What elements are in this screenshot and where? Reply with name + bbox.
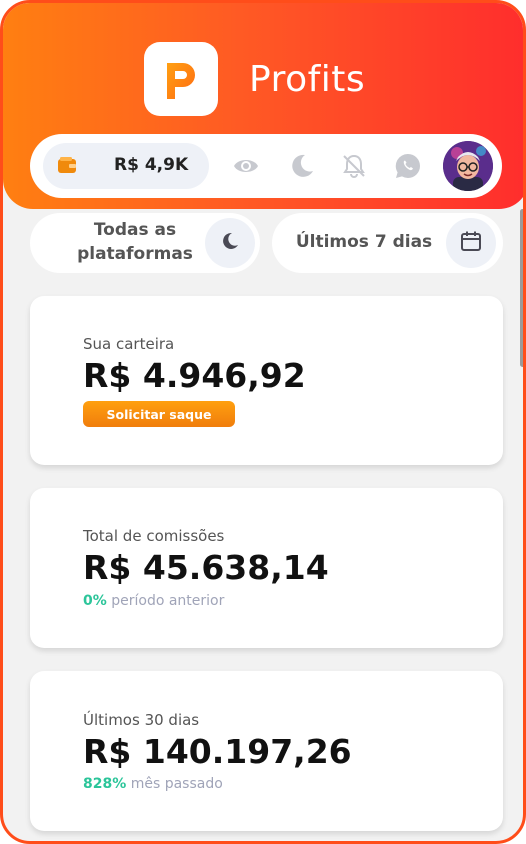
period-filter-label: Últimos 7 dias xyxy=(295,232,433,252)
whatsapp-icon[interactable] xyxy=(394,152,422,180)
wallet-label: Sua carteira xyxy=(83,335,175,353)
app-frame: Profits R$ 4,9K Todas as plataformas Últ… xyxy=(0,0,526,844)
last30-compare-text: mês passado xyxy=(130,776,223,792)
commissions-compare-text: período anterior xyxy=(111,593,225,609)
avatar[interactable] xyxy=(443,141,493,191)
wallet-balance-button[interactable]: R$ 4,9K xyxy=(43,143,209,189)
moon-icon xyxy=(220,231,240,255)
commissions-percent: 0% xyxy=(83,593,107,609)
wallet-amount: R$ 4,9K xyxy=(114,155,189,175)
wallet-card: Sua carteira R$ 4.946,92 Solicitar saque xyxy=(30,296,503,465)
bell-off-icon[interactable] xyxy=(340,152,368,180)
commissions-label: Total de comissões xyxy=(83,527,225,545)
scrollbar[interactable] xyxy=(520,209,523,367)
platform-filter-line2: plataformas xyxy=(77,244,193,264)
commissions-value: R$ 45.638,14 xyxy=(83,548,329,587)
moon-icon[interactable] xyxy=(288,152,316,180)
last30-percent: 828% xyxy=(83,776,127,792)
commissions-card: Total de comissões R$ 45.638,14 0% perío… xyxy=(30,488,503,648)
last30-label: Últimos 30 dias xyxy=(83,711,200,729)
theme-toggle-button[interactable] xyxy=(205,218,255,268)
commissions-comparison: 0% período anterior xyxy=(83,593,224,609)
period-filter[interactable]: Últimos 7 dias xyxy=(272,213,503,273)
request-withdrawal-button[interactable]: Solicitar saque xyxy=(83,401,235,427)
calendar-icon xyxy=(460,230,482,256)
wallet-value: R$ 4.946,92 xyxy=(83,356,306,395)
last30-comparison: 828% mês passado xyxy=(83,776,223,792)
platform-filter-line1: Todas as xyxy=(93,220,177,240)
last30-value: R$ 140.197,26 xyxy=(83,732,352,771)
calendar-button[interactable] xyxy=(446,218,496,268)
eye-icon[interactable] xyxy=(232,152,260,180)
wallet-icon xyxy=(58,157,76,173)
app-title: Profits xyxy=(249,59,366,100)
platform-filter-label: Todas as plataformas xyxy=(70,218,200,266)
platform-filter[interactable]: Todas as plataformas xyxy=(30,213,260,273)
profits-logo xyxy=(144,42,218,116)
header: Profits R$ 4,9K xyxy=(3,3,523,209)
last30-card: Últimos 30 dias R$ 140.197,26 828% mês p… xyxy=(30,671,503,831)
toolbar: R$ 4,9K xyxy=(30,134,502,198)
